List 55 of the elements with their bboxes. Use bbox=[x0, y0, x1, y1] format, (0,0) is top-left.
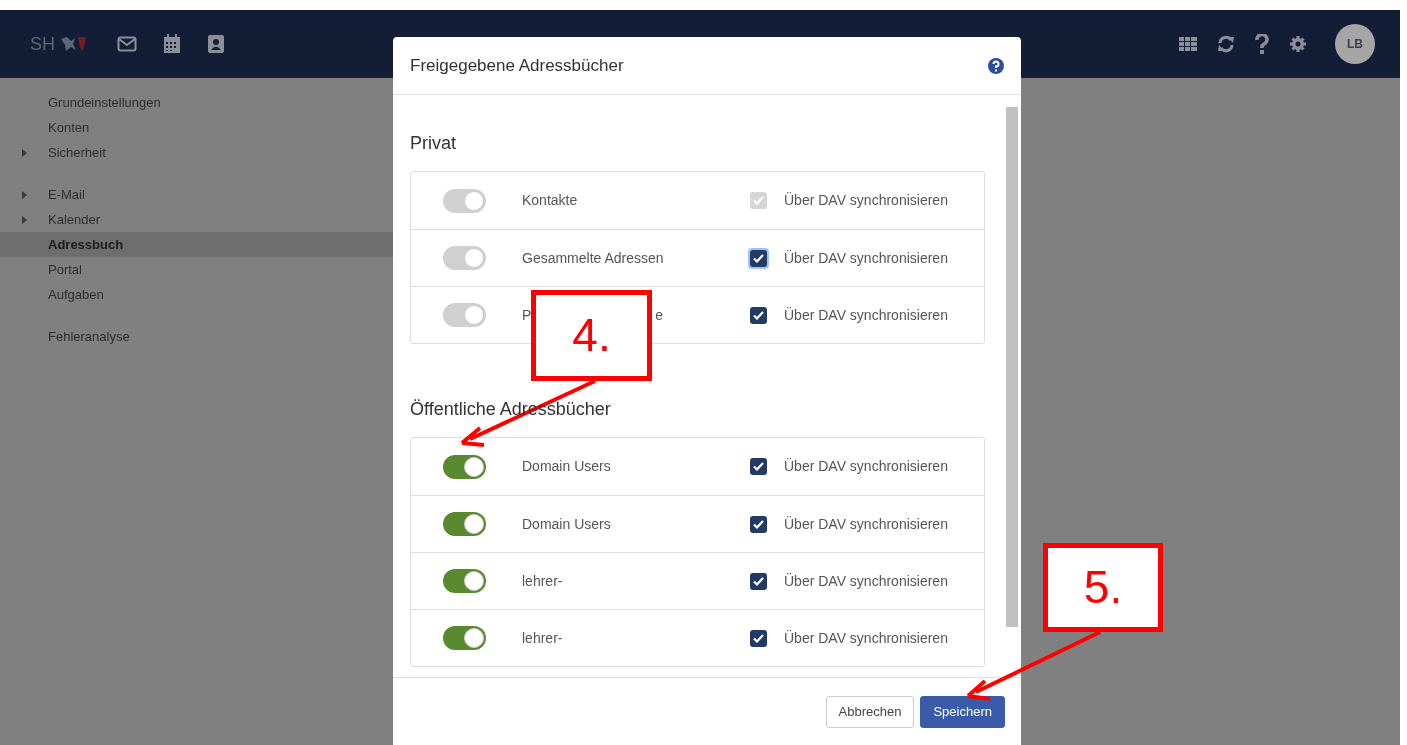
address-book-name: lehrer- bbox=[522, 571, 563, 591]
annotation-box: 5. bbox=[1043, 543, 1163, 632]
apps-grid-icon[interactable] bbox=[1179, 37, 1197, 51]
sync-label: Über DAV synchronisieren bbox=[784, 514, 948, 534]
expand-arrow-icon[interactable] bbox=[22, 148, 27, 157]
contacts-icon[interactable] bbox=[207, 34, 225, 54]
sidebar-item[interactable]: Portal bbox=[0, 257, 393, 282]
address-book-name: Gesammelte Adressen bbox=[522, 248, 664, 268]
sync-label: Über DAV synchronisieren bbox=[784, 457, 948, 476]
save-button[interactable]: Speichern bbox=[920, 696, 1005, 728]
checkmark-icon bbox=[753, 462, 764, 471]
sidebar-item[interactable]: Kalender bbox=[0, 207, 393, 232]
sync-label: Über DAV synchronisieren bbox=[784, 191, 948, 210]
toggle-switch[interactable] bbox=[443, 454, 486, 479]
dialog-title: Freigegebene Adressbücher bbox=[410, 54, 624, 77]
toggle-switch[interactable] bbox=[443, 512, 486, 536]
address-book-name: Kontakte bbox=[522, 191, 578, 210]
logo-text: SH bbox=[30, 32, 55, 56]
mail-icon[interactable] bbox=[117, 36, 137, 52]
logo-icon bbox=[59, 35, 87, 53]
sidebar-item[interactable]: Sicherheit bbox=[0, 140, 393, 165]
annotation-box: 4. bbox=[531, 290, 652, 381]
help-icon[interactable] bbox=[1255, 34, 1269, 54]
checkmark-icon bbox=[753, 576, 764, 586]
toggle-switch[interactable] bbox=[443, 569, 486, 593]
sidebar-item[interactable]: Konten bbox=[0, 115, 393, 140]
address-book-name: P bbox=[522, 305, 532, 325]
address-book-name: Domain Users bbox=[522, 457, 611, 476]
sync-label: Über DAV synchronisieren bbox=[784, 305, 948, 325]
toggle-switch[interactable] bbox=[443, 626, 486, 650]
sync-label: Über DAV synchronisieren bbox=[784, 248, 948, 268]
sync-label: Über DAV synchronisieren bbox=[784, 628, 948, 648]
checkmark-icon bbox=[753, 310, 764, 320]
address-book-name: lehrer- bbox=[522, 628, 563, 648]
expand-arrow-icon[interactable] bbox=[22, 190, 27, 199]
sync-label: Über DAV synchronisieren bbox=[784, 571, 948, 591]
user-avatar[interactable]: LB bbox=[1335, 24, 1375, 64]
sidebar-item[interactable]: Grundeinstellungen bbox=[0, 90, 393, 115]
calendar-icon[interactable] bbox=[163, 34, 181, 54]
sidebar-item[interactable]: Adressbuch bbox=[0, 232, 393, 257]
checkmark-icon bbox=[753, 196, 764, 205]
address-book-name: Domain Users bbox=[522, 514, 611, 534]
sidebar-item[interactable]: Fehleranalyse bbox=[0, 324, 393, 349]
checkmark-icon bbox=[753, 253, 764, 263]
expand-arrow-icon[interactable] bbox=[22, 215, 27, 224]
checkmark-icon bbox=[753, 633, 764, 643]
refresh-icon[interactable] bbox=[1217, 35, 1235, 53]
settings-icon[interactable] bbox=[1289, 35, 1307, 53]
help-icon[interactable] bbox=[988, 57, 1004, 74]
sidebar-item[interactable]: E-Mail bbox=[0, 182, 393, 207]
sidebar-item[interactable]: Aufgaben bbox=[0, 282, 393, 307]
checkmark-icon bbox=[753, 519, 764, 529]
cancel-button[interactable]: Abbrechen bbox=[825, 696, 915, 728]
address-book-name: e bbox=[655, 305, 664, 325]
section-heading: Privat bbox=[410, 132, 456, 155]
